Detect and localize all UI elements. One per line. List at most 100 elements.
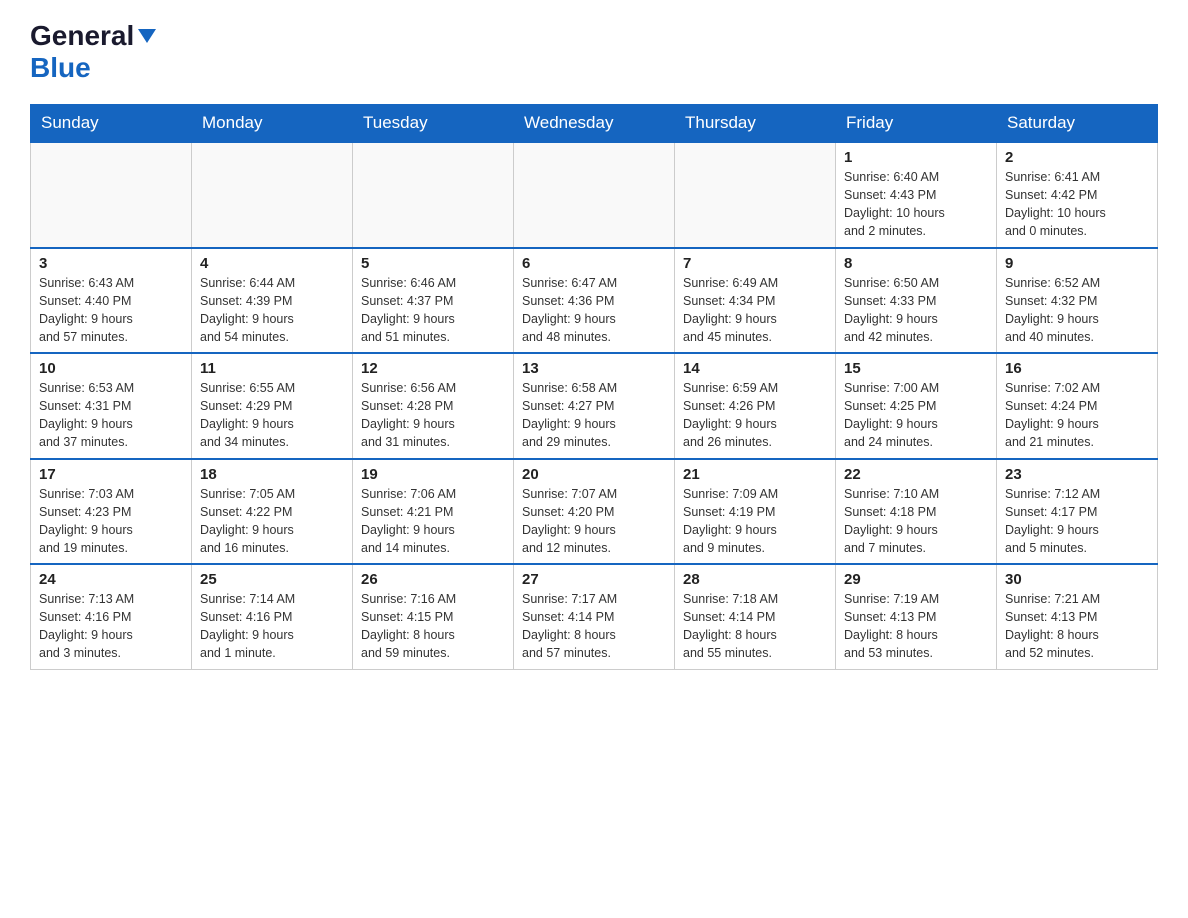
day-number: 3 [39,255,183,272]
calendar-cell: 22 Sunrise: 7:10 AMSunset: 4:18 PMDayligh… [836,459,997,565]
day-number: 26 [361,571,505,588]
day-number: 29 [844,571,988,588]
calendar-cell [31,142,192,248]
day-number: 7 [683,255,827,272]
day-info: Sunrise: 7:03 AMSunset: 4:23 PMDaylight:… [39,485,183,558]
day-number: 12 [361,360,505,377]
day-info: Sunrise: 6:50 AMSunset: 4:33 PMDaylight:… [844,274,988,347]
weekday-header-thursday: Thursday [675,105,836,143]
weekday-header-monday: Monday [192,105,353,143]
day-info: Sunrise: 6:40 AMSunset: 4:43 PMDaylight:… [844,168,988,241]
day-info: Sunrise: 6:47 AMSunset: 4:36 PMDaylight:… [522,274,666,347]
calendar-cell: 11Sunrise: 6:55 AMSunset: 4:29 PMDayligh… [192,353,353,459]
week-row: 3 Sunrise: 6:43 AMSunset: 4:40 PMDaylight… [31,248,1158,354]
day-info: Sunrise: 7:09 AMSunset: 4:19 PMDaylight:… [683,485,827,558]
day-info: Sunrise: 7:21 AMSunset: 4:13 PMDaylight:… [1005,590,1149,663]
calendar-cell: 24 Sunrise: 7:13 AMSunset: 4:16 PMDayligh… [31,564,192,669]
day-number: 16 [1005,360,1149,377]
weekday-header-tuesday: Tuesday [353,105,514,143]
day-info: Sunrise: 7:13 AMSunset: 4:16 PMDaylight:… [39,590,183,663]
calendar-cell: 15 Sunrise: 7:00 AMSunset: 4:25 PMDayligh… [836,353,997,459]
logo-blue-text: Blue [30,52,91,83]
calendar-cell: 21 Sunrise: 7:09 AMSunset: 4:19 PMDayligh… [675,459,836,565]
week-row: 1 Sunrise: 6:40 AMSunset: 4:43 PMDaylight… [31,142,1158,248]
day-info: Sunrise: 6:41 AMSunset: 4:42 PMDaylight:… [1005,168,1149,241]
day-info: Sunrise: 6:49 AMSunset: 4:34 PMDaylight:… [683,274,827,347]
calendar-cell: 18Sunrise: 7:05 AMSunset: 4:22 PMDayligh… [192,459,353,565]
day-number: 20 [522,466,666,483]
weekday-header-friday: Friday [836,105,997,143]
calendar-cell: 10Sunrise: 6:53 AMSunset: 4:31 PMDayligh… [31,353,192,459]
day-number: 13 [522,360,666,377]
day-number: 21 [683,466,827,483]
calendar-cell [192,142,353,248]
day-info: Sunrise: 6:59 AMSunset: 4:26 PMDaylight:… [683,379,827,452]
weekday-header-wednesday: Wednesday [514,105,675,143]
day-info: Sunrise: 7:12 AMSunset: 4:17 PMDaylight:… [1005,485,1149,558]
calendar-cell: 12 Sunrise: 6:56 AMSunset: 4:28 PMDayligh… [353,353,514,459]
day-info: Sunrise: 7:14 AMSunset: 4:16 PMDaylight:… [200,590,344,663]
day-info: Sunrise: 7:10 AMSunset: 4:18 PMDaylight:… [844,485,988,558]
day-number: 27 [522,571,666,588]
day-info: Sunrise: 7:02 AMSunset: 4:24 PMDaylight:… [1005,379,1149,452]
day-number: 30 [1005,571,1149,588]
page-header: General Blue [30,20,1158,84]
day-number: 4 [200,255,344,272]
calendar-cell: 7 Sunrise: 6:49 AMSunset: 4:34 PMDaylight… [675,248,836,354]
day-number: 5 [361,255,505,272]
day-info: Sunrise: 6:43 AMSunset: 4:40 PMDaylight:… [39,274,183,347]
day-info: Sunrise: 7:17 AMSunset: 4:14 PMDaylight:… [522,590,666,663]
calendar-cell: 26 Sunrise: 7:16 AMSunset: 4:15 PMDayligh… [353,564,514,669]
calendar-cell: 3 Sunrise: 6:43 AMSunset: 4:40 PMDaylight… [31,248,192,354]
logo-triangle-icon [138,29,156,48]
day-number: 22 [844,466,988,483]
day-info: Sunrise: 7:16 AMSunset: 4:15 PMDaylight:… [361,590,505,663]
logo-general-text: General [30,20,134,52]
day-info: Sunrise: 7:18 AMSunset: 4:14 PMDaylight:… [683,590,827,663]
day-number: 28 [683,571,827,588]
day-number: 2 [1005,149,1149,166]
day-info: Sunrise: 6:56 AMSunset: 4:28 PMDaylight:… [361,379,505,452]
day-info: Sunrise: 6:52 AMSunset: 4:32 PMDaylight:… [1005,274,1149,347]
day-number: 1 [844,149,988,166]
week-row: 24 Sunrise: 7:13 AMSunset: 4:16 PMDayligh… [31,564,1158,669]
day-info: Sunrise: 7:00 AMSunset: 4:25 PMDaylight:… [844,379,988,452]
day-number: 14 [683,360,827,377]
calendar-table: SundayMondayTuesdayWednesdayThursdayFrid… [30,104,1158,670]
week-row: 10Sunrise: 6:53 AMSunset: 4:31 PMDayligh… [31,353,1158,459]
day-number: 25 [200,571,344,588]
day-number: 19 [361,466,505,483]
day-number: 9 [1005,255,1149,272]
calendar-cell: 17Sunrise: 7:03 AMSunset: 4:23 PMDayligh… [31,459,192,565]
day-info: Sunrise: 7:07 AMSunset: 4:20 PMDaylight:… [522,485,666,558]
calendar-cell: 23Sunrise: 7:12 AMSunset: 4:17 PMDayligh… [997,459,1158,565]
calendar-cell: 29 Sunrise: 7:19 AMSunset: 4:13 PMDayligh… [836,564,997,669]
weekday-header-row: SundayMondayTuesdayWednesdayThursdayFrid… [31,105,1158,143]
day-number: 24 [39,571,183,588]
day-info: Sunrise: 7:19 AMSunset: 4:13 PMDaylight:… [844,590,988,663]
day-number: 15 [844,360,988,377]
day-info: Sunrise: 6:46 AMSunset: 4:37 PMDaylight:… [361,274,505,347]
calendar-cell [514,142,675,248]
calendar-cell: 16 Sunrise: 7:02 AMSunset: 4:24 PMDayligh… [997,353,1158,459]
day-number: 10 [39,360,183,377]
calendar-cell: 2 Sunrise: 6:41 AMSunset: 4:42 PMDaylight… [997,142,1158,248]
calendar-cell: 19 Sunrise: 7:06 AMSunset: 4:21 PMDayligh… [353,459,514,565]
day-number: 11 [200,360,344,377]
calendar-cell: 6 Sunrise: 6:47 AMSunset: 4:36 PMDaylight… [514,248,675,354]
calendar-cell: 9 Sunrise: 6:52 AMSunset: 4:32 PMDaylight… [997,248,1158,354]
week-row: 17Sunrise: 7:03 AMSunset: 4:23 PMDayligh… [31,459,1158,565]
calendar-cell [675,142,836,248]
calendar-cell: 27 Sunrise: 7:17 AMSunset: 4:14 PMDayligh… [514,564,675,669]
calendar-cell: 20 Sunrise: 7:07 AMSunset: 4:20 PMDayligh… [514,459,675,565]
calendar-cell: 1 Sunrise: 6:40 AMSunset: 4:43 PMDaylight… [836,142,997,248]
day-number: 6 [522,255,666,272]
calendar-cell: 25 Sunrise: 7:14 AMSunset: 4:16 PMDayligh… [192,564,353,669]
calendar-cell: 30 Sunrise: 7:21 AMSunset: 4:13 PMDayligh… [997,564,1158,669]
day-number: 18 [200,466,344,483]
day-info: Sunrise: 7:06 AMSunset: 4:21 PMDaylight:… [361,485,505,558]
day-info: Sunrise: 6:44 AMSunset: 4:39 PMDaylight:… [200,274,344,347]
day-number: 8 [844,255,988,272]
calendar-cell: 4 Sunrise: 6:44 AMSunset: 4:39 PMDaylight… [192,248,353,354]
weekday-header-saturday: Saturday [997,105,1158,143]
